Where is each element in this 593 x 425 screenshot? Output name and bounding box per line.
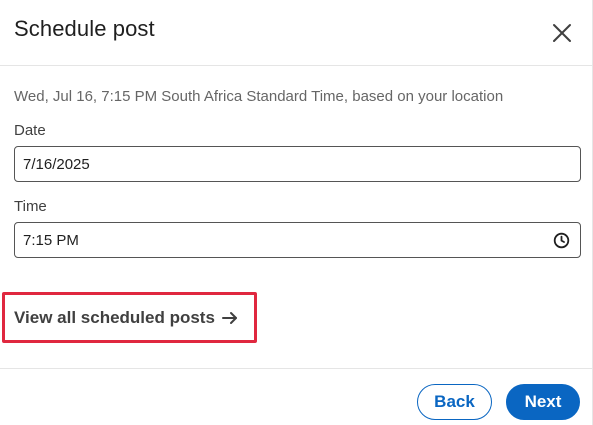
- date-input[interactable]: 7/16/2025: [14, 146, 581, 182]
- dialog-header: Schedule post: [0, 0, 593, 66]
- back-button[interactable]: Back: [417, 384, 492, 420]
- close-icon: [553, 24, 571, 42]
- next-button[interactable]: Next: [506, 384, 580, 420]
- next-button-label: Next: [524, 392, 562, 411]
- schedule-post-dialog: Schedule post Wed, Jul 16, 7:15 PM South…: [0, 0, 593, 425]
- back-button-label: Back: [434, 392, 475, 411]
- view-all-scheduled-posts-link[interactable]: View all scheduled posts: [2, 292, 257, 343]
- time-label: Time: [14, 198, 47, 215]
- time-input[interactable]: 7:15 PM: [14, 222, 581, 258]
- arrow-right-icon: [221, 311, 237, 324]
- footer-divider: [0, 368, 593, 369]
- view-all-label: View all scheduled posts: [14, 307, 215, 327]
- dialog-title: Schedule post: [14, 16, 155, 41]
- close-button[interactable]: [551, 22, 573, 44]
- date-label: Date: [14, 122, 46, 139]
- date-value: 7/16/2025: [23, 155, 90, 173]
- time-value: 7:15 PM: [23, 231, 79, 249]
- clock-icon[interactable]: [553, 232, 570, 249]
- schedule-summary: Wed, Jul 16, 7:15 PM South Africa Standa…: [14, 88, 504, 105]
